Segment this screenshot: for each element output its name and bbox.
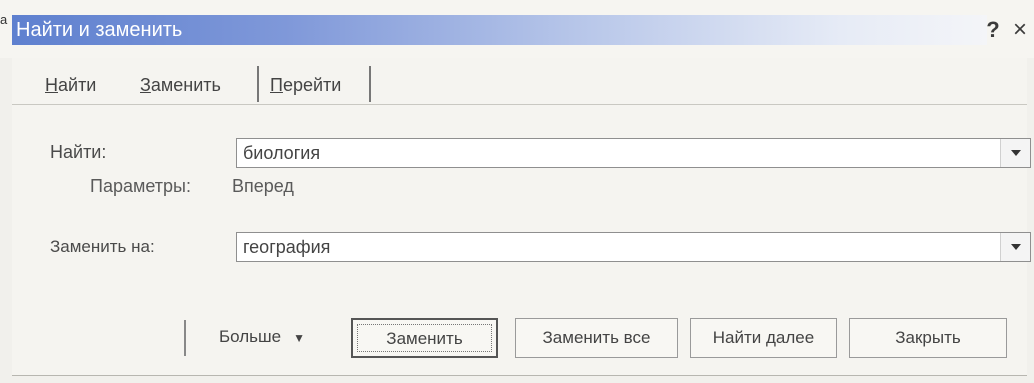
find-label: Найти: <box>50 142 107 162</box>
tab-divider-right <box>369 66 371 102</box>
replace-button-label: Заменить <box>386 329 463 348</box>
chevron-down-icon: ▼ <box>293 331 305 345</box>
params-value: Вперед <box>232 176 294 196</box>
params-label: Параметры: <box>90 176 191 196</box>
tab-goto-key: П <box>270 75 283 95</box>
find-input[interactable]: биология <box>243 141 320 165</box>
dialog-bottom-edge <box>12 375 1027 376</box>
find-next-button[interactable]: Найти далее <box>690 318 837 358</box>
more-button-label: Больше <box>219 327 282 346</box>
more-divider <box>184 320 186 356</box>
replace-all-button-label: Заменить все <box>542 328 651 347</box>
window-title: Найти и заменить <box>16 19 183 41</box>
tab-replace[interactable]: Заменить <box>140 70 221 100</box>
corner-mark: a <box>0 12 8 27</box>
tab-goto-label: ерейти <box>282 75 342 95</box>
replace-input[interactable]: география <box>243 235 330 259</box>
replace-all-button[interactable]: Заменить все <box>515 318 678 358</box>
help-button[interactable]: ? <box>979 17 1007 43</box>
tab-replace-label: аменить <box>150 75 221 95</box>
tab-replace-key: З <box>140 75 151 95</box>
replace-label: Заменить на: <box>50 237 155 256</box>
tab-find-key: Н <box>45 75 58 95</box>
replace-combobox[interactable]: география <box>236 232 1031 262</box>
replace-dropdown-arrow-icon[interactable] <box>1000 233 1030 261</box>
tab-goto[interactable]: Перейти <box>270 70 341 100</box>
find-combobox[interactable]: биология <box>236 138 1031 168</box>
find-next-button-label: Найти далее <box>712 328 815 347</box>
close-button-label: Закрыть <box>895 328 961 347</box>
close-window-button[interactable]: × <box>1006 17 1034 43</box>
tab-find-label: айти <box>58 75 97 95</box>
tabs-underline <box>12 104 1027 105</box>
close-button[interactable]: Закрыть <box>849 318 1007 358</box>
tab-divider-left <box>257 66 259 102</box>
replace-button[interactable]: Заменить <box>351 318 498 358</box>
title-bar: a Найти и заменить ? × <box>0 0 1034 58</box>
more-button[interactable]: Больше ▼ <box>187 318 337 358</box>
find-dropdown-arrow-icon[interactable] <box>1000 139 1030 167</box>
tab-find[interactable]: Найти <box>45 70 96 100</box>
